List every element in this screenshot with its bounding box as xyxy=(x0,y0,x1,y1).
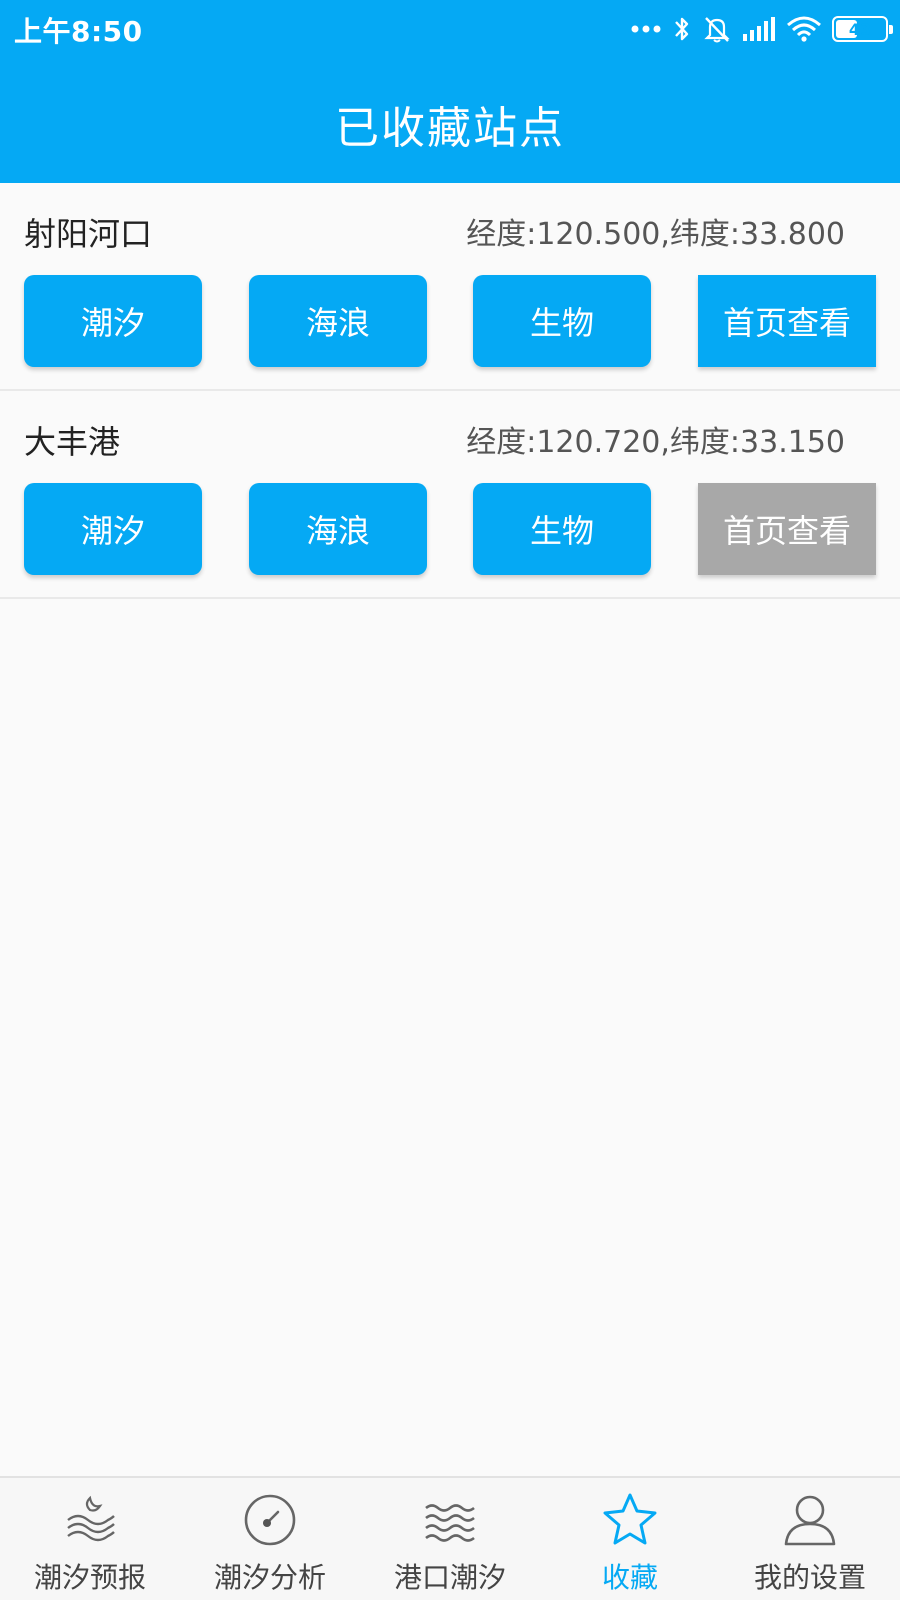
bottom-nav: 潮汐预报 潮汐分析 港口潮汐 收藏 我的设置 xyxy=(0,1476,900,1600)
star-icon xyxy=(600,1490,660,1550)
home-view-button[interactable]: 首页查看 xyxy=(698,483,876,575)
bluetooth-icon xyxy=(672,14,692,44)
nav-item-settings[interactable]: 我的设置 xyxy=(720,1478,900,1600)
tide-button[interactable]: 潮汐 xyxy=(24,275,202,367)
nav-label: 港口潮汐 xyxy=(393,1561,506,1594)
status-icons: 43 xyxy=(630,12,893,46)
station-coords: 经度:120.500,纬度:33.800 xyxy=(466,217,845,252)
app-header: 上午8:50 43 已收藏站点 xyxy=(0,0,900,183)
nav-label: 潮汐分析 xyxy=(213,1561,326,1594)
mute-icon xyxy=(702,14,732,44)
bio-button[interactable]: 生物 xyxy=(473,483,651,575)
page-title: 已收藏站点 xyxy=(335,103,565,154)
station-name: 射阳河口 xyxy=(24,215,153,253)
home-view-button[interactable]: 首页查看 xyxy=(698,275,876,367)
nav-item-port-tide[interactable]: 港口潮汐 xyxy=(360,1478,540,1600)
bio-button[interactable]: 生物 xyxy=(473,275,651,367)
nav-item-tide-analysis[interactable]: 潮汐分析 xyxy=(180,1478,360,1600)
station-card: 大丰港 经度:120.720,纬度:33.150 潮汐 海浪 生物 首页查看 xyxy=(0,391,900,599)
gauge-icon xyxy=(240,1490,300,1550)
wifi-icon xyxy=(786,15,822,43)
tide-button[interactable]: 潮汐 xyxy=(24,483,202,575)
user-icon xyxy=(780,1490,840,1550)
wave-button[interactable]: 海浪 xyxy=(249,275,427,367)
station-card: 射阳河口 经度:120.500,纬度:33.800 潮汐 海浪 生物 首页查看 xyxy=(0,183,900,391)
tide-forecast-icon xyxy=(60,1490,120,1550)
app-root: 上午8:50 43 已收藏站点 射阳河口 经度:120.500,纬度:33.80… xyxy=(0,0,900,1600)
station-coords: 经度:120.720,纬度:33.150 xyxy=(466,425,845,460)
signal-icon xyxy=(742,16,776,42)
nav-label: 我的设置 xyxy=(753,1561,866,1594)
station-actions: 潮汐 海浪 生物 首页查看 xyxy=(24,483,876,575)
status-time: 上午8:50 xyxy=(14,15,143,48)
battery-icon: 43 xyxy=(832,16,893,42)
battery-label: 43 xyxy=(848,19,872,39)
nav-label: 收藏 xyxy=(601,1561,658,1594)
nav-item-tide-forecast[interactable]: 潮汐预报 xyxy=(0,1478,180,1600)
more-dots-icon xyxy=(630,24,662,34)
waves-icon xyxy=(420,1490,480,1550)
nav-item-favorites[interactable]: 收藏 xyxy=(540,1478,720,1600)
station-name: 大丰港 xyxy=(24,423,121,461)
status-bar: 上午8:50 43 xyxy=(0,0,900,56)
wave-button[interactable]: 海浪 xyxy=(249,483,427,575)
station-list: 射阳河口 经度:120.500,纬度:33.800 潮汐 海浪 生物 首页查看 … xyxy=(0,183,900,599)
nav-label: 潮汐预报 xyxy=(33,1561,146,1594)
station-actions: 潮汐 海浪 生物 首页查看 xyxy=(24,275,876,367)
